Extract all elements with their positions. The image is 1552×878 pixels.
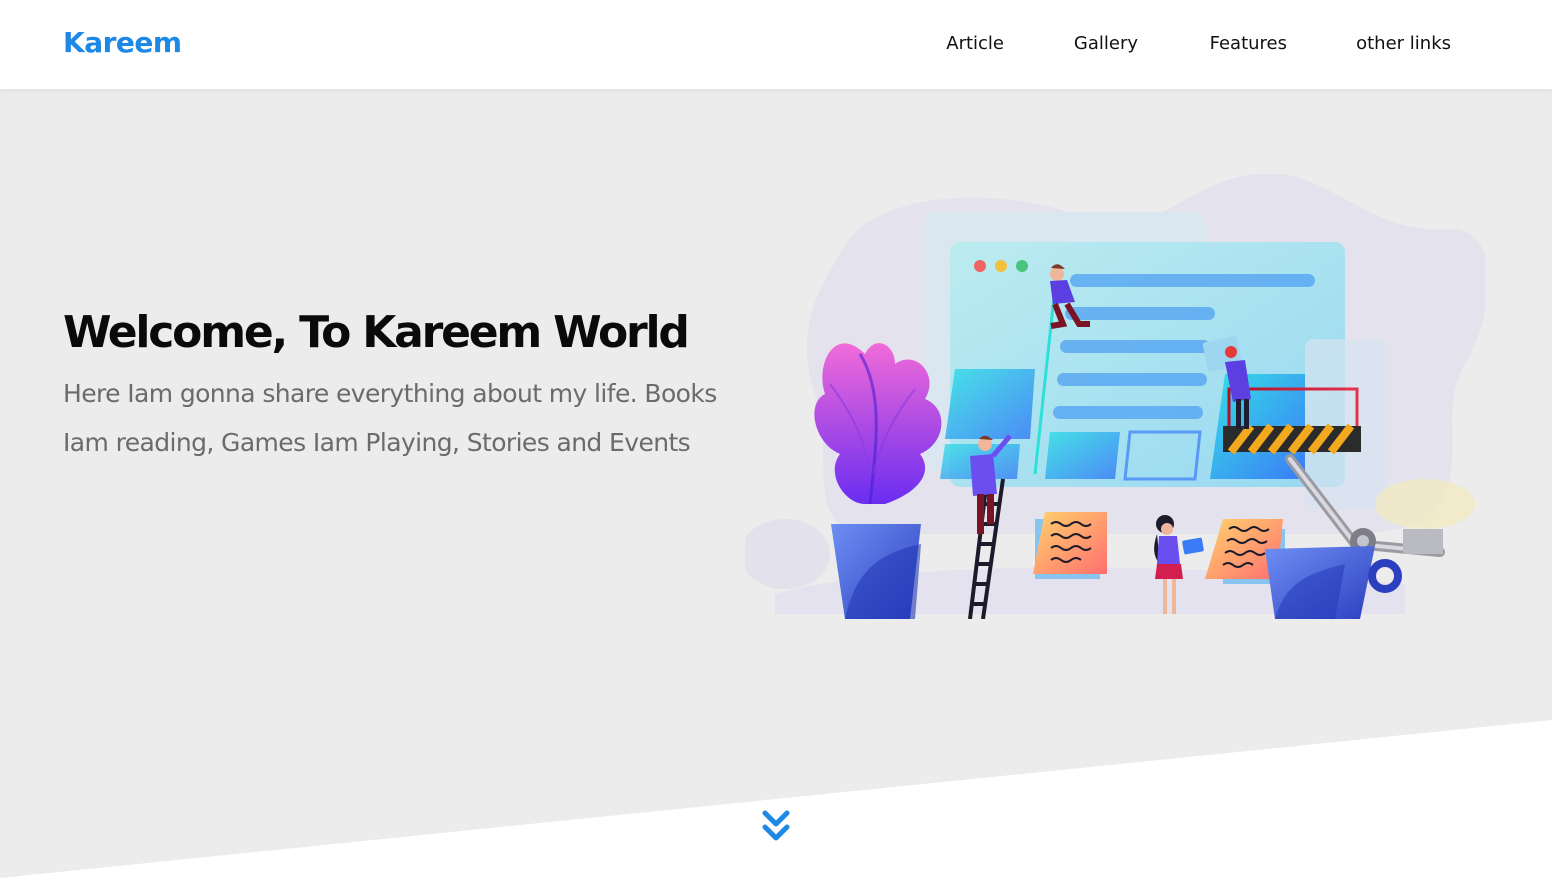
- nav-link-article[interactable]: Article: [946, 33, 1004, 54]
- double-chevron-down-icon[interactable]: [762, 809, 790, 843]
- site-header: Kareem Article Gallery Features other li…: [0, 0, 1552, 89]
- hero-title: Welcome, To Kareem World: [63, 307, 690, 358]
- nav-link-features[interactable]: Features: [1210, 33, 1287, 54]
- web-development-team-illustration: [745, 174, 1485, 619]
- nav-link-other-links[interactable]: other links: [1356, 33, 1451, 54]
- hero-description: Here Iam gonna share everything about my…: [63, 379, 717, 457]
- site-logo[interactable]: Kareem: [63, 26, 182, 59]
- nav-link-gallery[interactable]: Gallery: [1074, 33, 1138, 54]
- hero-section: Welcome, To Kareem World Here Iam gonna …: [0, 89, 1552, 878]
